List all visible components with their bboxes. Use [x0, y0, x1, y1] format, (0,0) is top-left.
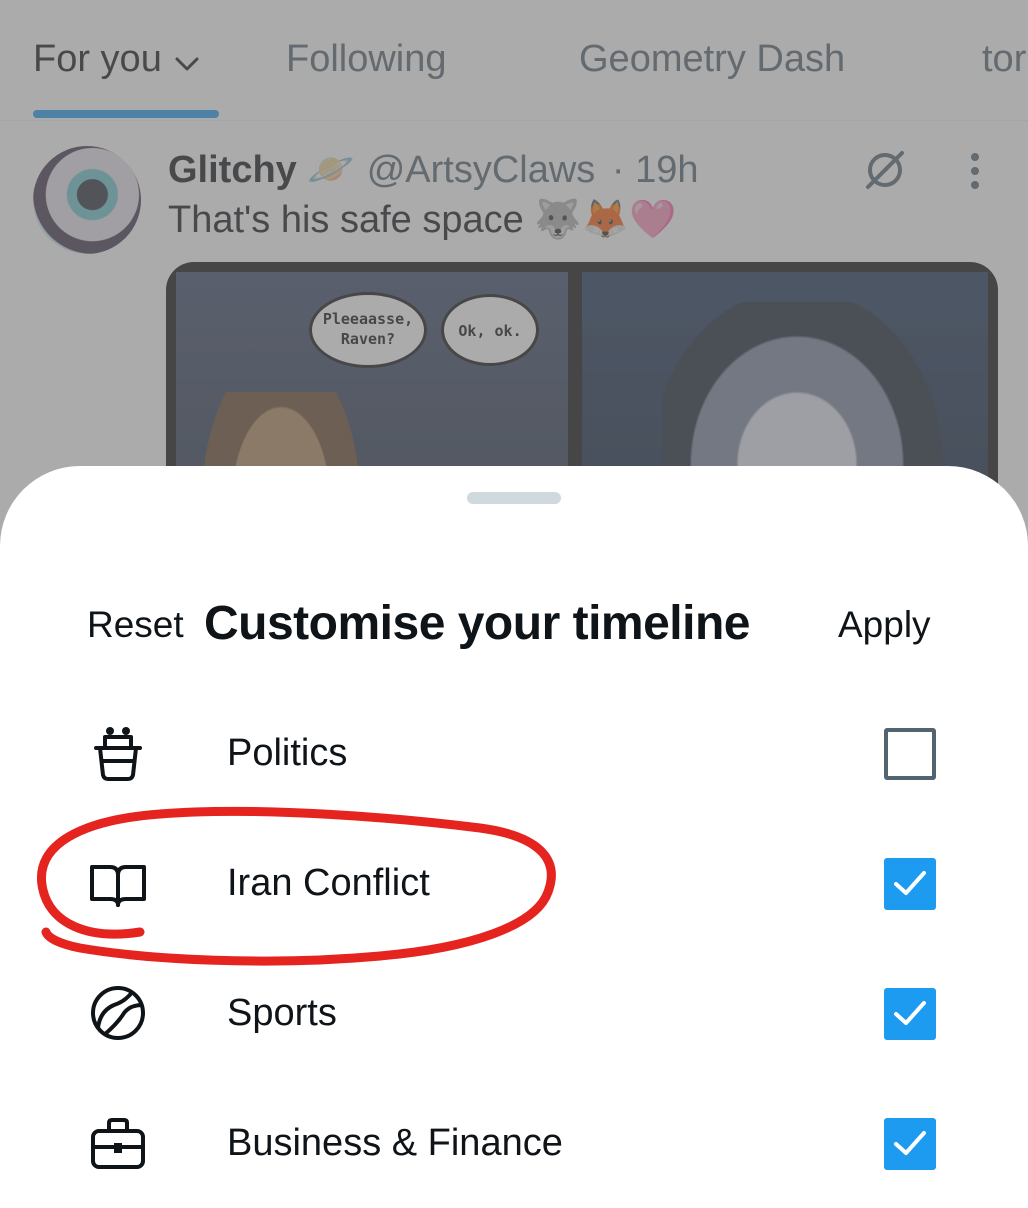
- customise-timeline-sheet: Reset Customise your timeline Apply Poli…: [0, 466, 1028, 1200]
- check-icon: [894, 871, 926, 895]
- sheet-title: Customise your timeline: [204, 597, 750, 650]
- briefcase-icon: [88, 1113, 148, 1173]
- sheet-header: Reset Customise your timeline Apply: [0, 588, 1028, 658]
- topic-checkbox-business-finance[interactable]: [884, 1118, 936, 1170]
- ball-icon: [88, 983, 148, 1043]
- reset-button[interactable]: Reset: [87, 602, 184, 648]
- topic-row-iran-conflict[interactable]: Iran Conflict: [0, 818, 1028, 948]
- topic-row-business-finance[interactable]: Business & Finance: [0, 1078, 1028, 1208]
- book-icon: [88, 853, 148, 913]
- topic-checkbox-politics[interactable]: [884, 728, 936, 780]
- topic-row-sports[interactable]: Sports: [0, 948, 1028, 1078]
- check-icon: [894, 1001, 926, 1025]
- topic-checkbox-iran-conflict[interactable]: [884, 858, 936, 910]
- topic-row-politics[interactable]: Politics: [0, 688, 1028, 818]
- sheet-drag-handle[interactable]: [467, 492, 561, 504]
- apply-button[interactable]: Apply: [838, 602, 931, 648]
- topic-label: Sports: [227, 992, 337, 1034]
- topic-label: Iran Conflict: [227, 862, 430, 904]
- check-icon: [894, 1131, 926, 1155]
- topic-label: Business & Finance: [227, 1122, 563, 1164]
- topic-checkbox-sports[interactable]: [884, 988, 936, 1040]
- topic-label: Politics: [227, 732, 348, 774]
- politics-icon: [88, 723, 148, 783]
